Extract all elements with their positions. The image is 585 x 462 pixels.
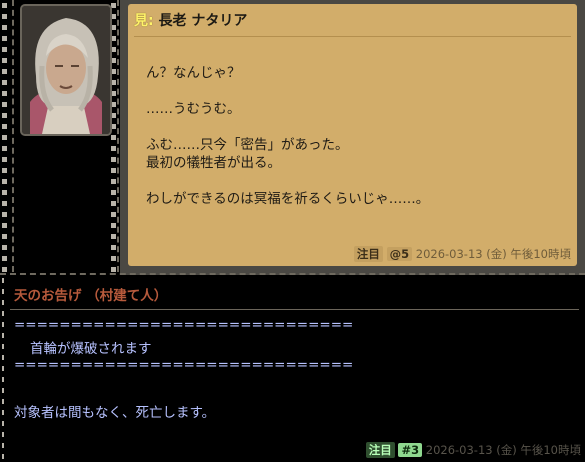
anchor-link[interactable]: @5 — [386, 247, 413, 261]
film-perforation — [2, 14, 7, 19]
speaker-header: 見: 長老 ナタリア — [134, 10, 571, 37]
announcement-message: 首輪が爆破されます — [30, 341, 152, 357]
film-perforation — [111, 245, 116, 250]
film-perforation — [111, 234, 116, 239]
film-perforation — [111, 190, 116, 195]
message-line: ふむ……只今「密告」があった。 — [146, 137, 349, 153]
film-perforation — [2, 135, 7, 140]
note-button[interactable]: 注目 — [365, 442, 395, 458]
film-perforation — [111, 146, 116, 151]
film-perforation — [2, 267, 7, 272]
film-perforation — [2, 124, 7, 129]
film-perforation — [2, 157, 7, 162]
film-perforation — [2, 47, 7, 52]
film-perforation — [2, 201, 7, 206]
note-button[interactable]: 注目 — [353, 246, 383, 262]
announcement-body: 対象者は間もなく、死亡します。 — [14, 405, 216, 421]
message-line — [146, 118, 429, 136]
film-perforation — [2, 91, 7, 96]
anchor-link[interactable]: #3 — [398, 443, 423, 457]
avatar[interactable] — [20, 4, 112, 136]
announcement-footer: 注目 #3 2026-03-13 (金) 午後10時頃 — [365, 442, 581, 458]
timestamp: 2026-03-13 (金) 午後10時頃 — [415, 247, 571, 261]
film-perforation — [2, 212, 7, 217]
speaker-name[interactable]: 長老 ナタリア — [158, 13, 247, 29]
message-line — [146, 82, 429, 100]
timestamp: 2026-03-13 (金) 午後10時頃 — [425, 443, 581, 457]
film-perforation — [111, 135, 116, 140]
separator-line: ============================== — [14, 357, 354, 373]
divider — [117, 0, 119, 272]
announcement-title: 天のお告げ （村建て人） — [14, 288, 168, 304]
film-perforation — [2, 80, 7, 85]
message-body: ん？なんじゃ？ ……うむうむ。 ふむ……只今「密告」があった。 最初の犠牲者が出… — [146, 64, 429, 208]
film-perforation — [2, 69, 7, 74]
film-perforation — [111, 179, 116, 184]
film-perforation — [111, 201, 116, 206]
film-perforation — [2, 36, 7, 41]
message-footer: 注目 @5 2026-03-13 (金) 午後10時頃 — [353, 246, 571, 262]
film-perforation — [2, 102, 7, 107]
film-perforation — [2, 179, 7, 184]
separator-line: ============================== — [14, 317, 354, 333]
divider — [12, 0, 14, 272]
film-perforation — [111, 212, 116, 217]
divider — [10, 309, 579, 310]
film-perforation — [2, 3, 7, 8]
film-perforation — [111, 168, 116, 173]
film-perforation — [2, 256, 7, 261]
message-line: 最初の犠牲者が出る。 — [146, 155, 281, 171]
film-perforation — [2, 168, 7, 173]
system-announcement: 天のお告げ （村建て人） ===========================… — [4, 275, 585, 462]
film-perforation — [2, 146, 7, 151]
film-perforation — [111, 157, 116, 162]
message-line: ……うむうむ。 — [146, 101, 241, 117]
film-perforation — [2, 190, 7, 195]
film-perforation — [2, 245, 7, 250]
film-perforation — [2, 223, 7, 228]
elder-woman-portrait-icon — [22, 6, 110, 134]
film-perforation — [111, 223, 116, 228]
film-perforation — [111, 267, 116, 272]
speaker-mark: 見: — [134, 13, 154, 29]
film-perforation — [2, 234, 7, 239]
message-line: ん？なんじゃ？ — [146, 65, 241, 81]
message-line: わしができるのは冥福を祈るくらいじゃ……。 — [146, 191, 430, 207]
film-perforation — [111, 256, 116, 261]
film-perforation — [2, 58, 7, 63]
speech-bubble: 見: 長老 ナタリア ん？なんじゃ？ ……うむうむ。 ふむ……只今「密告」があっ… — [128, 4, 577, 266]
film-perforation — [2, 113, 7, 118]
film-perforation — [2, 25, 7, 30]
message-line — [146, 172, 429, 190]
